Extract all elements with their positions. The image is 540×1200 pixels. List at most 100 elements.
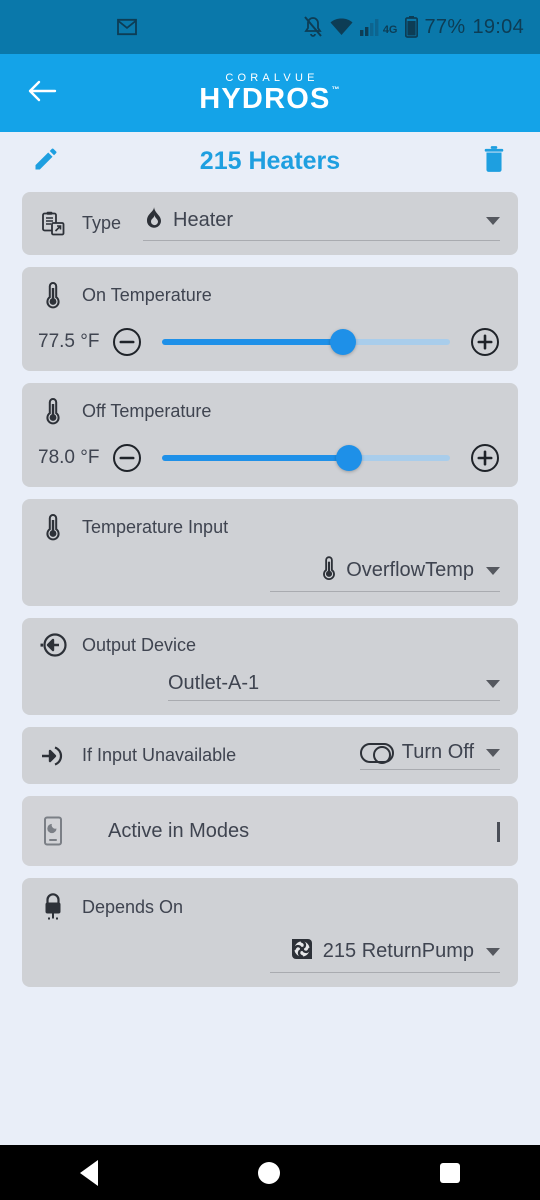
- edit-button[interactable]: [26, 141, 66, 181]
- cellular-signal-icon: [359, 18, 380, 36]
- battery-percent-label: 77%: [424, 15, 466, 38]
- type-label: Type: [82, 213, 122, 233]
- if-input-unavailable-value: Turn Off: [401, 741, 474, 763]
- temperature-input-value: OverflowTemp: [346, 559, 474, 581]
- card-if-input-unavailable: If Input Unavailable Turn Off: [22, 727, 518, 784]
- active-in-modes-row: Active in Modes: [38, 816, 500, 846]
- output-device-row: Outlet-A-1: [38, 672, 500, 701]
- status-bar-notifications: [16, 18, 138, 36]
- thermometer-icon: [38, 397, 68, 425]
- output-device-value: Outlet-A-1: [168, 672, 260, 694]
- temperature-input-row: OverflowTemp: [38, 555, 500, 592]
- temperature-input-dropdown[interactable]: OverflowTemp: [270, 555, 500, 592]
- off-temperature-label: Off Temperature: [82, 400, 212, 421]
- pump-fan-icon: [289, 936, 315, 967]
- card-temperature-input: Temperature Input OverflowTemp: [22, 499, 518, 606]
- brand-logo: CORALVUE HYDROS ™: [0, 54, 540, 132]
- off-temperature-header: Off Temperature: [38, 397, 500, 425]
- pencil-icon: [32, 145, 60, 178]
- depends-on-label: Depends On: [82, 896, 184, 917]
- brand-main-text: HYDROS: [199, 83, 331, 115]
- content-scroll-area[interactable]: 215 Heaters Type Heater On Temperature 7…: [0, 130, 540, 1145]
- settings-list: Type Heater On Temperature 77.5 °F Off T…: [0, 192, 540, 987]
- page-title: 215 Heaters: [199, 146, 341, 175]
- thermometer-icon: [320, 555, 338, 586]
- flame-icon: [143, 206, 165, 235]
- output-device-header: Output Device: [38, 632, 500, 658]
- on-temperature-control: 77.5 °F: [38, 327, 500, 357]
- clock-label: 19:04: [472, 15, 524, 38]
- chevron-down-icon: [486, 679, 500, 688]
- if-input-unavailable-dropdown[interactable]: Turn Off: [359, 741, 500, 770]
- battery-icon: [404, 16, 418, 38]
- off-temperature-slider[interactable]: [162, 445, 450, 471]
- brand-main-label: HYDROS ™: [199, 85, 340, 114]
- gmail-icon: [116, 18, 138, 36]
- output-device-dropdown[interactable]: Outlet-A-1: [168, 672, 500, 701]
- thermometer-icon: [38, 513, 68, 541]
- trash-icon: [481, 145, 507, 178]
- temperature-input-label: Temperature Input: [82, 516, 229, 537]
- output-arrow-icon: [38, 632, 68, 658]
- depends-on-header: Depends On: [38, 892, 500, 922]
- thermometer-icon: [38, 281, 68, 309]
- card-depends-on: Depends On 215 ReturnPump: [22, 878, 518, 987]
- slider-fill: [162, 455, 350, 461]
- on-temperature-header: On Temperature: [38, 281, 500, 309]
- temperature-input-header: Temperature Input: [38, 513, 500, 541]
- card-type: Type Heater: [22, 192, 518, 255]
- slider-thumb[interactable]: [330, 329, 357, 355]
- if-input-unavailable-row: If Input Unavailable Turn Off: [38, 741, 500, 770]
- type-value: Heater: [173, 209, 234, 231]
- chevron-down-icon: [497, 822, 500, 842]
- chevron-down-icon: [486, 748, 500, 757]
- toggle-icon: [359, 742, 394, 764]
- notifications-off-icon: [303, 16, 323, 38]
- android-nav-bar: [0, 1145, 540, 1200]
- active-in-modes-label: Active in Modes: [108, 819, 250, 842]
- clipboard-export-icon: [38, 211, 68, 237]
- card-on-temperature: On Temperature 77.5 °F: [22, 267, 518, 371]
- app-bar: CORALVUE HYDROS ™: [0, 54, 540, 132]
- brand-sup-label: CORALVUE: [225, 72, 319, 84]
- off-temperature-increment-button[interactable]: [470, 443, 500, 473]
- recents-square-icon[interactable]: [440, 1162, 460, 1183]
- type-row: Type Heater: [38, 206, 500, 241]
- on-temperature-label: On Temperature: [82, 284, 212, 305]
- wifi-icon: [330, 18, 353, 36]
- status-bar: 4G 77% 19:04: [0, 0, 540, 54]
- delete-button[interactable]: [474, 141, 514, 181]
- if-input-unavailable-label: If Input Unavailable: [82, 745, 237, 765]
- depends-on-dropdown[interactable]: 215 ReturnPump: [270, 936, 500, 973]
- slider-thumb[interactable]: [336, 445, 363, 471]
- on-temperature-value: 77.5 °F: [38, 331, 100, 352]
- depends-on-row: 215 ReturnPump: [38, 936, 500, 973]
- card-output-device: Output Device Outlet-A-1: [22, 618, 518, 715]
- type-dropdown[interactable]: Heater: [143, 206, 500, 241]
- network-type-label: 4G: [382, 23, 398, 36]
- depends-on-value: 215 ReturnPump: [322, 940, 474, 962]
- input-arrow-icon: [38, 743, 68, 769]
- back-triangle-icon[interactable]: [80, 1159, 98, 1186]
- card-off-temperature: Off Temperature 78.0 °F: [22, 383, 518, 487]
- slider-fill: [162, 339, 344, 345]
- output-device-label: Output Device: [82, 634, 197, 655]
- active-in-modes-expand-button[interactable]: [497, 822, 500, 842]
- trademark-mark: ™: [331, 85, 341, 94]
- app-root: 4G 77% 19:04 CORALVUE HYDROS ™ 215 Heate…: [0, 0, 540, 1200]
- arrow-left-icon: [27, 78, 57, 109]
- on-temperature-increment-button[interactable]: [470, 327, 500, 357]
- back-button[interactable]: [14, 65, 70, 121]
- chevron-down-icon: [486, 216, 500, 225]
- chevron-down-icon: [486, 947, 500, 956]
- on-temperature-decrement-button[interactable]: [112, 327, 142, 357]
- device-mode-icon: [38, 816, 68, 846]
- off-temperature-control: 78.0 °F: [38, 443, 500, 473]
- status-bar-indicators: 4G 77% 19:04: [303, 16, 524, 39]
- card-active-in-modes[interactable]: Active in Modes: [22, 796, 518, 866]
- chevron-down-icon: [486, 566, 500, 575]
- on-temperature-slider[interactable]: [162, 329, 450, 355]
- off-temperature-decrement-button[interactable]: [112, 443, 142, 473]
- home-circle-icon[interactable]: [258, 1161, 280, 1184]
- lock-icon: [38, 892, 68, 922]
